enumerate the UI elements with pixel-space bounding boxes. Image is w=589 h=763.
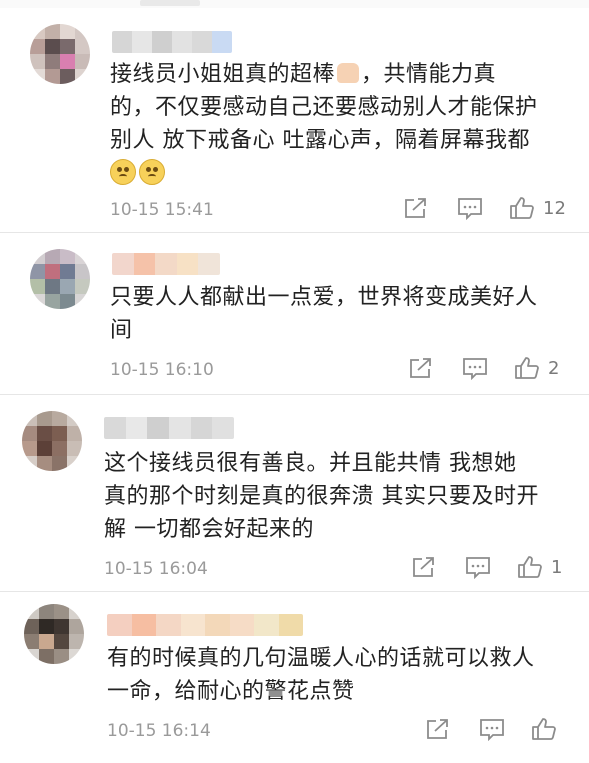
share-icon: [410, 358, 431, 378]
comment-item: 这个接线员很有善良。并且能共情 我想她 真的那个时刻是真的很奔溃 其实只要及时开…: [0, 395, 589, 590]
comment-actions: 2: [408, 356, 559, 380]
comment-actions: 1: [411, 555, 562, 579]
comment-icon: [480, 719, 504, 741]
comment-time: 10-15 16:14: [107, 721, 211, 741]
comment-button[interactable]: [457, 196, 483, 220]
pleading-face-emoji-icon: [139, 159, 165, 185]
comment-icon: [463, 358, 487, 380]
comment-text: 这个接线员很有善良。并且能共情 我想她 真的那个时刻是真的很奔溃 其实只要及时开…: [104, 451, 539, 542]
comment-button[interactable]: [479, 717, 505, 741]
like-button[interactable]: 12: [509, 196, 566, 220]
comment-actions: [425, 717, 557, 741]
comment-time: 10-15 15:41: [110, 200, 214, 220]
share-icon: [413, 557, 434, 577]
thumbs-up-icon: [518, 556, 542, 578]
thumbs-up-icon: [510, 197, 534, 219]
like-count: 12: [543, 197, 566, 219]
like-button[interactable]: [531, 717, 557, 741]
username-blurred[interactable]: [112, 253, 220, 275]
pleading-face-emoji-icon: [110, 159, 136, 185]
avatar[interactable]: [24, 604, 84, 664]
thumbs-up-icon: [515, 357, 539, 379]
username-blurred[interactable]: [104, 417, 234, 439]
comment-button[interactable]: [465, 555, 491, 579]
comment-item: 有的时候真的几句温暖人心的话就可以救人 一命，给耐心的警花点赞 10-15 16…: [0, 592, 589, 763]
share-button[interactable]: [411, 555, 437, 579]
comment-icon: [466, 557, 490, 579]
comment-actions: 12: [403, 196, 566, 220]
share-button[interactable]: [403, 196, 429, 220]
like-count: 2: [548, 357, 560, 379]
comment-time: 10-15 16:04: [104, 559, 208, 579]
like-count: 1: [551, 556, 563, 578]
comment-icon: [458, 198, 482, 220]
share-button[interactable]: [425, 717, 451, 741]
like-button[interactable]: 1: [517, 555, 562, 579]
comment-time: 10-15 16:10: [110, 360, 214, 380]
comment-item: 接线员小姐姐真的超棒 ，共情能力真 的，不仅要感动自己还要感动别人才能保护 别人 …: [0, 0, 589, 230]
comment-text: 有的时候真的几句温暖人心的话就可以救人 一命，给耐心的警花点赞: [107, 646, 535, 704]
share-icon: [427, 719, 448, 739]
comment-item: 只要人人都献出一点爱，世界将变成美好人 间 10-15 16:10 2: [0, 233, 589, 393]
avatar[interactable]: [22, 411, 82, 471]
like-button[interactable]: 2: [514, 356, 559, 380]
comment-text: 只要人人都献出一点爱，世界将变成美好人 间: [110, 285, 538, 343]
thumbs-up-emoji-icon: [337, 63, 360, 83]
comment-text: 接线员小姐姐真的超棒 ，共情能力真 的，不仅要感动自己还要感动别人才能保护 别人 …: [110, 58, 550, 191]
comment-button[interactable]: [462, 356, 488, 380]
avatar[interactable]: [30, 249, 90, 309]
share-button[interactable]: [408, 356, 434, 380]
username-blurred[interactable]: [107, 614, 303, 636]
thumbs-up-icon: [532, 718, 556, 740]
avatar[interactable]: [30, 24, 90, 84]
username-blurred[interactable]: [112, 31, 232, 53]
share-icon: [405, 198, 426, 218]
